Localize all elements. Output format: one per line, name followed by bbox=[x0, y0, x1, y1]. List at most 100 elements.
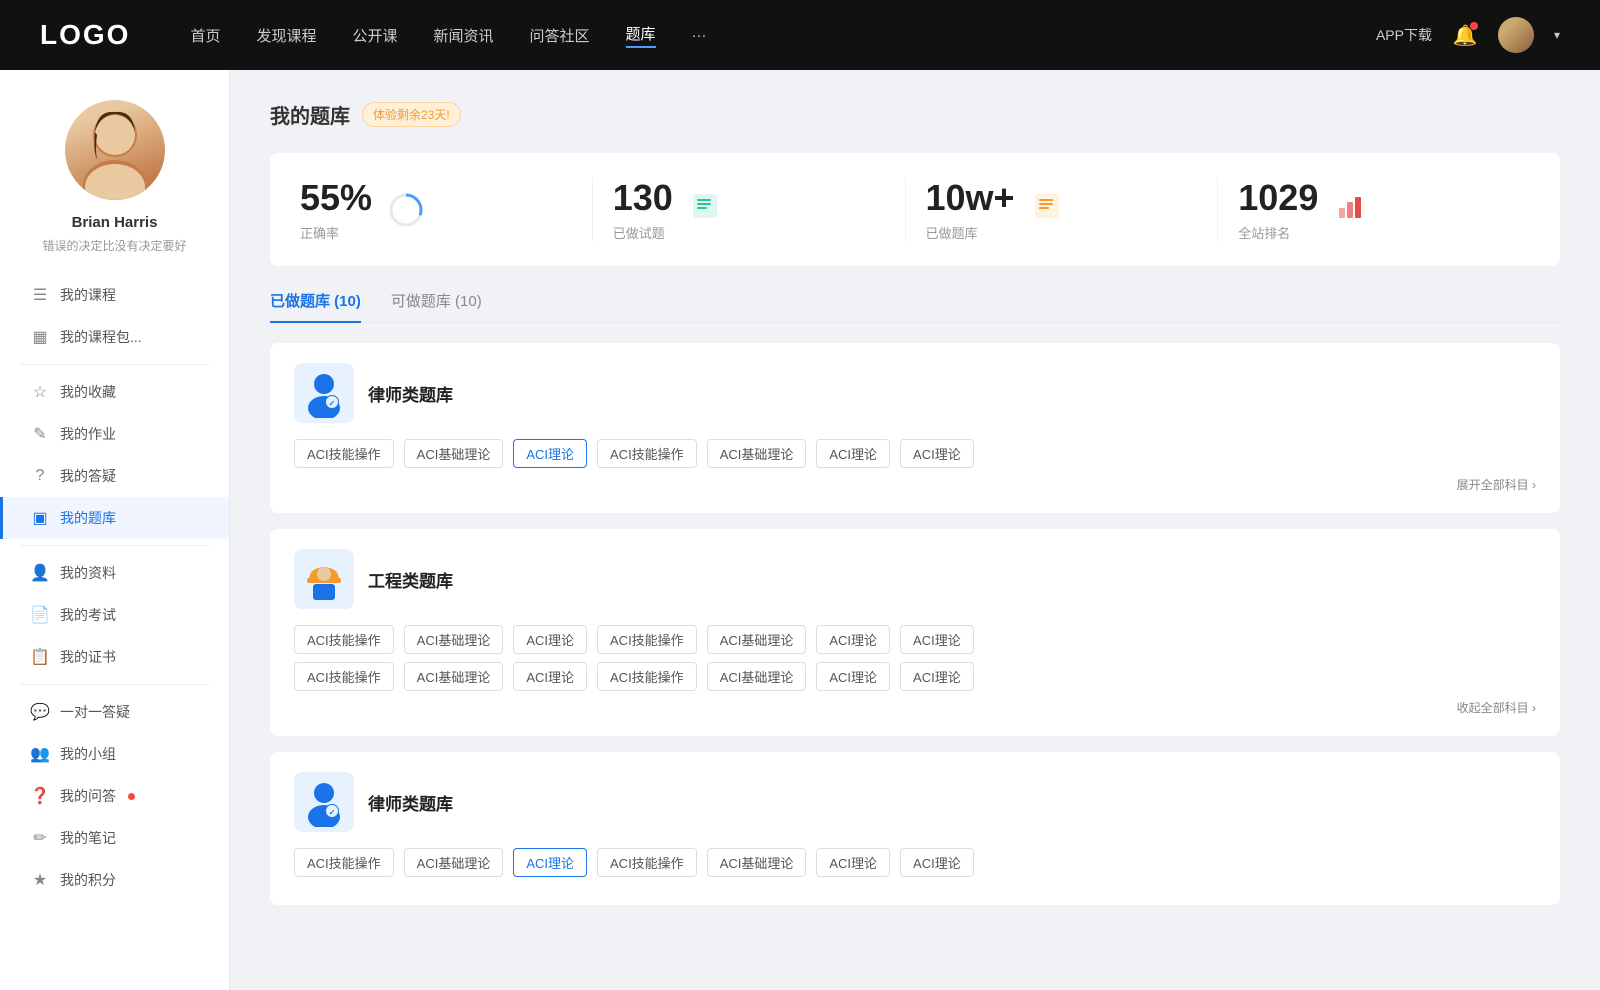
sidebar-item-homework[interactable]: ✎ 我的作业 bbox=[0, 413, 229, 455]
tag-3-1[interactable]: ACI技能操作 bbox=[294, 848, 394, 877]
tag-2-5[interactable]: ACI基础理论 bbox=[707, 625, 807, 654]
bank-card-1-title: 律师类题库 bbox=[368, 381, 453, 406]
sidebar-item-question-bank[interactable]: ▣ 我的题库 bbox=[0, 497, 229, 539]
tag-3-3[interactable]: ACI理论 bbox=[513, 848, 587, 877]
sidebar-item-certificate[interactable]: 📋 我的证书 bbox=[0, 636, 229, 678]
engineer-icon-svg bbox=[299, 554, 349, 604]
tabs-row: 已做题库 (10) 可做题库 (10) bbox=[270, 290, 1560, 323]
svg-text:✓: ✓ bbox=[329, 808, 336, 817]
bank-icon: ▣ bbox=[30, 508, 50, 528]
sidebar-item-group[interactable]: 👥 我的小组 bbox=[0, 733, 229, 775]
app-download-button[interactable]: APP下载 bbox=[1376, 25, 1432, 45]
tag-1-7[interactable]: ACI理论 bbox=[900, 439, 974, 468]
tag-3-5[interactable]: ACI基础理论 bbox=[707, 848, 807, 877]
pie-chart-svg bbox=[388, 192, 424, 228]
navbar-right: APP下载 🔔 ▾ bbox=[1376, 17, 1560, 53]
sidebar-avatar bbox=[65, 100, 165, 200]
bank-card-2-icon bbox=[294, 549, 354, 609]
sidebar-item-points[interactable]: ★ 我的积分 bbox=[0, 859, 229, 901]
nav-links: 首页 发现课程 公开课 新闻资讯 问答社区 题库 ··· bbox=[190, 23, 1376, 48]
sidebar-item-one-on-one[interactable]: 💬 一对一答疑 bbox=[0, 691, 229, 733]
tag-1-4[interactable]: ACI技能操作 bbox=[597, 439, 697, 468]
sidebar-item-qa[interactable]: ? 我的答疑 bbox=[0, 455, 229, 497]
nav-discover[interactable]: 发现课程 bbox=[256, 25, 316, 46]
nav-qa[interactable]: 问答社区 bbox=[530, 25, 590, 46]
tag-3-4[interactable]: ACI技能操作 bbox=[597, 848, 697, 877]
avatar-chevron-icon[interactable]: ▾ bbox=[1554, 28, 1560, 42]
main-content: 我的题库 体验剩余23天! 55% 正确率 bbox=[230, 70, 1600, 990]
tag-2-3[interactable]: ACI理论 bbox=[513, 625, 587, 654]
tag-2-12[interactable]: ACI基础理论 bbox=[707, 662, 807, 691]
tag-1-5[interactable]: ACI基础理论 bbox=[707, 439, 807, 468]
tag-2-11[interactable]: ACI技能操作 bbox=[597, 662, 697, 691]
stats-row: 55% 正确率 130 已做试题 bbox=[270, 153, 1560, 266]
tag-2-2[interactable]: ACI基础理论 bbox=[404, 625, 504, 654]
sidebar-item-my-qa[interactable]: ❓ 我的问答 bbox=[0, 775, 229, 817]
sidebar-label-question-bank: 我的题库 bbox=[60, 508, 116, 528]
list-icon-orange bbox=[1031, 190, 1063, 222]
tag-3-7[interactable]: ACI理论 bbox=[900, 848, 974, 877]
collapse-card-2-button[interactable]: 收起全部科目 › bbox=[294, 699, 1536, 716]
notification-bell[interactable]: 🔔 bbox=[1452, 22, 1478, 48]
stat-accuracy-content: 55% 正确率 bbox=[300, 177, 372, 242]
bank-card-3: ✓ 律师类题库 ACI技能操作 ACI基础理论 ACI理论 ACI技能操作 AC… bbox=[270, 752, 1560, 905]
tag-2-8[interactable]: ACI技能操作 bbox=[294, 662, 394, 691]
bank-card-2-header: 工程类题库 bbox=[294, 549, 1536, 609]
sidebar-label-favorites: 我的收藏 bbox=[60, 382, 116, 402]
tag-2-7[interactable]: ACI理论 bbox=[900, 625, 974, 654]
sidebar-label-exam: 我的考试 bbox=[60, 605, 116, 625]
sidebar-label-course-package: 我的课程包... bbox=[60, 327, 142, 347]
tag-2-4[interactable]: ACI技能操作 bbox=[597, 625, 697, 654]
tag-3-6[interactable]: ACI理论 bbox=[816, 848, 890, 877]
stat-questions-label: 已做试题 bbox=[613, 223, 673, 242]
nav-open-course[interactable]: 公开课 bbox=[352, 25, 397, 46]
stat-banks-done: 10w+ 已做题库 bbox=[906, 177, 1219, 242]
sidebar-item-my-courses[interactable]: ☰ 我的课程 bbox=[0, 274, 229, 316]
sidebar-label-one-on-one: 一对一答疑 bbox=[60, 702, 130, 722]
sidebar-divider-2 bbox=[20, 545, 209, 546]
page-layout: Brian Harris 错误的决定比没有决定要好 ☰ 我的课程 ▦ 我的课程包… bbox=[0, 70, 1600, 990]
sidebar-item-exam[interactable]: 📄 我的考试 bbox=[0, 594, 229, 636]
tag-1-3[interactable]: ACI理论 bbox=[513, 439, 587, 468]
tag-2-10[interactable]: ACI理论 bbox=[513, 662, 587, 691]
certificate-icon: 📋 bbox=[30, 647, 50, 667]
page-header: 我的题库 体验剩余23天! bbox=[270, 100, 1560, 129]
nav-news[interactable]: 新闻资讯 bbox=[434, 25, 494, 46]
tag-1-1[interactable]: ACI技能操作 bbox=[294, 439, 394, 468]
sidebar-label-group: 我的小组 bbox=[60, 744, 116, 764]
expand-card-1-button[interactable]: 展开全部科目 › bbox=[294, 476, 1536, 493]
bank-card-2-tags-row2: ACI技能操作 ACI基础理论 ACI理论 ACI技能操作 ACI基础理论 AC… bbox=[294, 662, 1536, 691]
sidebar-label-my-courses: 我的课程 bbox=[60, 285, 116, 305]
sidebar-menu: ☰ 我的课程 ▦ 我的课程包... ☆ 我的收藏 ✎ 我的作业 ? 我的答疑 ▣ bbox=[0, 274, 229, 901]
list-icon-teal bbox=[689, 190, 721, 222]
nav-home[interactable]: 首页 bbox=[190, 25, 220, 46]
tag-2-1[interactable]: ACI技能操作 bbox=[294, 625, 394, 654]
tag-1-2[interactable]: ACI基础理论 bbox=[404, 439, 504, 468]
sidebar-label-my-qa: 我的问答 bbox=[60, 786, 116, 806]
tag-2-9[interactable]: ACI基础理论 bbox=[404, 662, 504, 691]
avatar-image bbox=[1498, 17, 1534, 53]
stat-accuracy-number: 55% bbox=[300, 177, 372, 219]
questions-done-icon bbox=[689, 190, 721, 229]
tab-done-banks[interactable]: 已做题库 (10) bbox=[270, 290, 361, 323]
courses-icon: ☰ bbox=[30, 285, 50, 305]
tag-2-6[interactable]: ACI理论 bbox=[816, 625, 890, 654]
nav-more[interactable]: ··· bbox=[692, 27, 707, 44]
tag-2-13[interactable]: ACI理论 bbox=[816, 662, 890, 691]
stat-rank: 1029 全站排名 bbox=[1218, 177, 1530, 242]
stat-rank-content: 1029 全站排名 bbox=[1238, 177, 1318, 242]
avatar[interactable] bbox=[1498, 17, 1534, 53]
sidebar-item-favorites[interactable]: ☆ 我的收藏 bbox=[0, 371, 229, 413]
tag-1-6[interactable]: ACI理论 bbox=[816, 439, 890, 468]
sidebar-item-profile[interactable]: 👤 我的资料 bbox=[0, 552, 229, 594]
sidebar-item-notes[interactable]: ✏ 我的笔记 bbox=[0, 817, 229, 859]
tag-3-2[interactable]: ACI基础理论 bbox=[404, 848, 504, 877]
tab-available-banks[interactable]: 可做题库 (10) bbox=[391, 290, 482, 323]
nav-question-bank[interactable]: 题库 bbox=[626, 23, 656, 48]
chat-icon: 💬 bbox=[30, 702, 50, 722]
bank-card-3-icon: ✓ bbox=[294, 772, 354, 832]
sidebar-item-course-package[interactable]: ▦ 我的课程包... bbox=[0, 316, 229, 358]
bank-card-1-tags: ACI技能操作 ACI基础理论 ACI理论 ACI技能操作 ACI基础理论 AC… bbox=[294, 439, 1536, 468]
tag-2-14[interactable]: ACI理论 bbox=[900, 662, 974, 691]
stat-accuracy: 55% 正确率 bbox=[300, 177, 593, 242]
